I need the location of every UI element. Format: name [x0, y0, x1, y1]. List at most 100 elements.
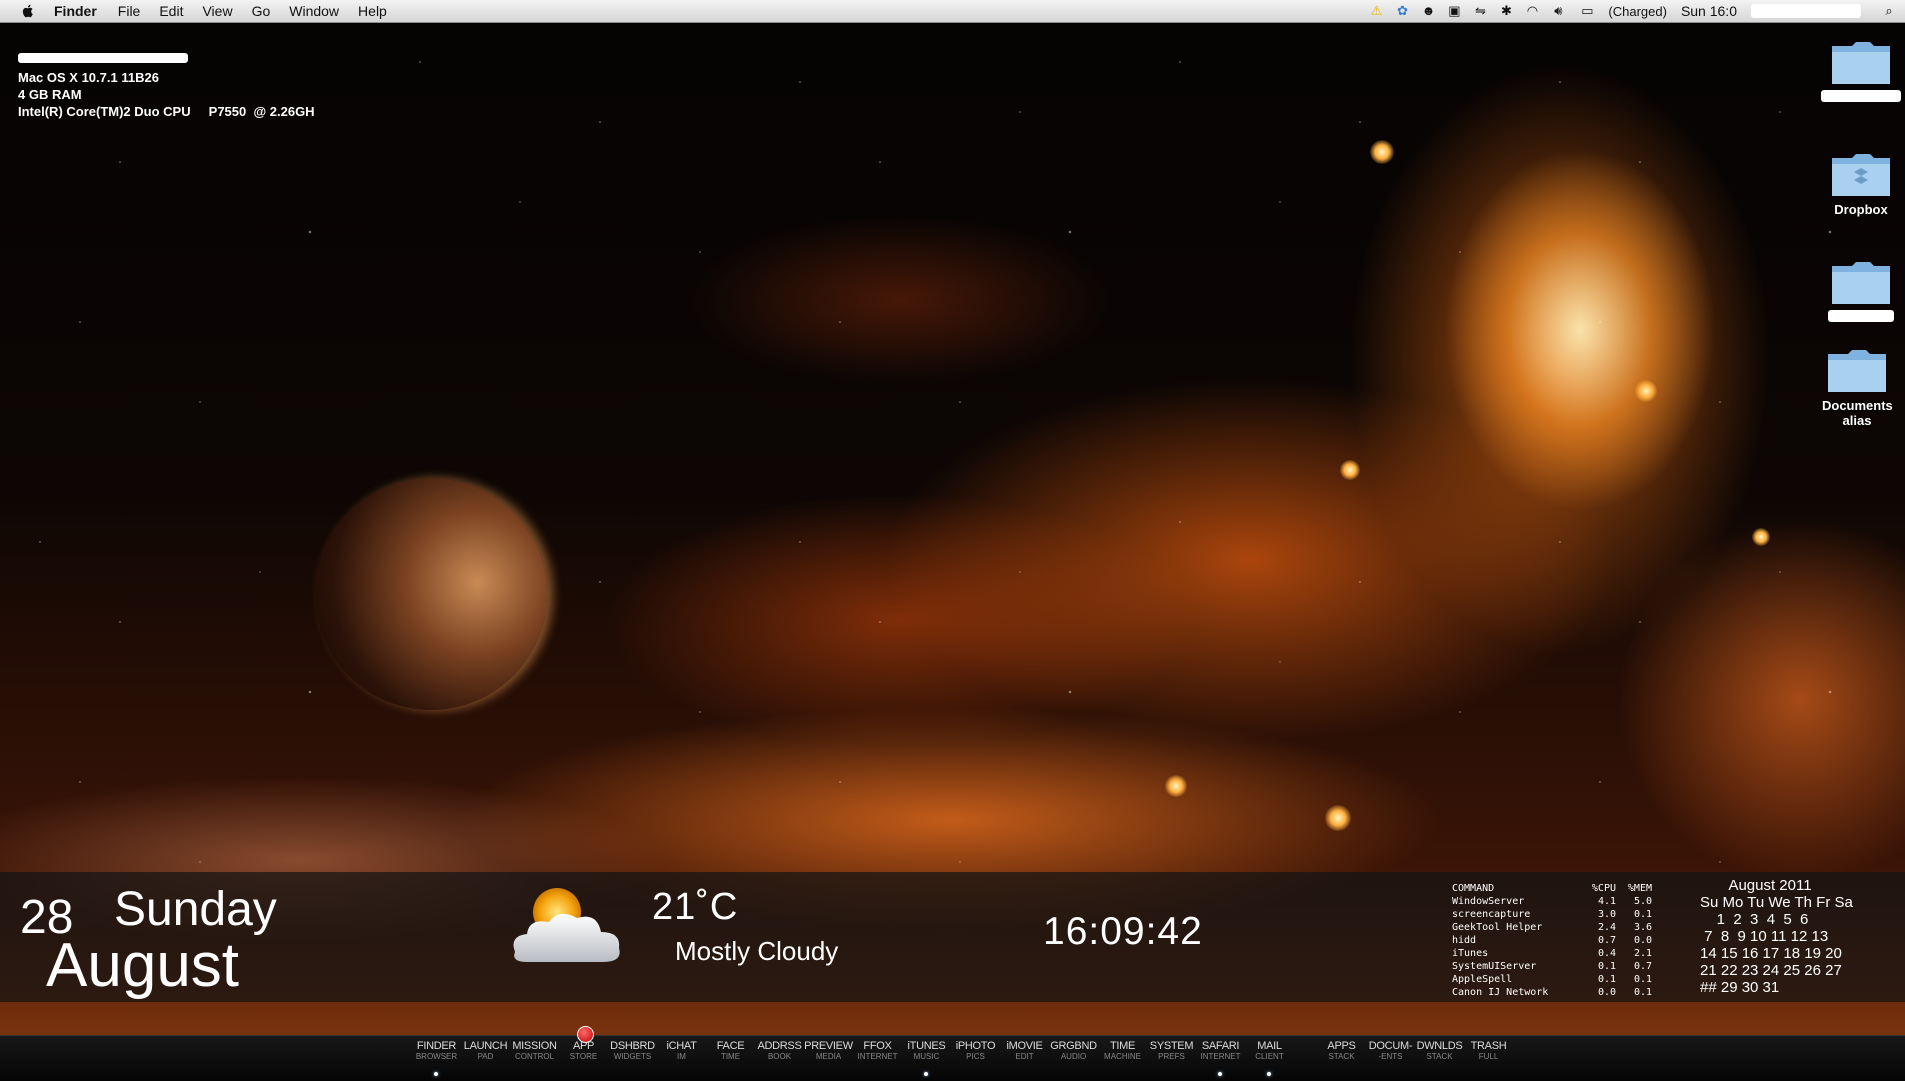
- date-month: August: [46, 931, 240, 1000]
- dock-item-label: FINDER: [416, 1040, 457, 1052]
- bluetooth-icon[interactable]: ✱: [1498, 3, 1514, 19]
- sync-icon[interactable]: ⇋: [1472, 3, 1488, 19]
- dock-item-facetime[interactable]: FACE TIME: [706, 1040, 755, 1078]
- dock-stack-downloads[interactable]: DWNLDS STACK: [1415, 1040, 1464, 1078]
- process-table: COMMAND %CPU %MEM WindowServer 4.1 5.0 s…: [1452, 882, 1652, 999]
- dock-item-sublabel: PREFS: [1158, 1052, 1185, 1061]
- dock-item-address-book[interactable]: ADDRSS BOOK: [755, 1040, 804, 1078]
- process-name: WindowServer: [1452, 896, 1525, 907]
- dock-item-label: SAFARI: [1201, 1040, 1240, 1052]
- dock-item-system-prefs[interactable]: SYSTEM PREFS: [1147, 1040, 1196, 1078]
- desktop-dropbox-folder[interactable]: Dropbox: [1806, 150, 1905, 217]
- table-row: SystemUIServer 0.1 0.7: [1452, 960, 1652, 973]
- desktop-icon-label: Documents alias: [1822, 398, 1893, 428]
- dock-items: FINDER BROWSER LAUNCH PAD MISSION CONTROL A…: [412, 1026, 1513, 1078]
- dock-item-trash[interactable]: TRASH FULL: [1464, 1040, 1513, 1078]
- dock-item-sublabel: BROWSER: [415, 1052, 458, 1061]
- dock-item-itunes[interactable]: iTUNES MUSIC: [902, 1040, 951, 1078]
- dock-item-finder[interactable]: FINDER BROWSER: [412, 1040, 461, 1078]
- desktop-folder-icon[interactable]: [1806, 38, 1905, 104]
- process-mem: 0.1: [1633, 987, 1652, 998]
- dock-item-label: APPS: [1327, 1040, 1356, 1052]
- app-status-icon[interactable]: ▣: [1446, 3, 1462, 19]
- process-mem: 0.0: [1633, 935, 1652, 946]
- dock-item-safari[interactable]: SAFARI INTERNET: [1196, 1040, 1245, 1078]
- dropbox-status-icon[interactable]: ✿: [1394, 3, 1410, 19]
- desktop-folder-icon[interactable]: [1806, 258, 1905, 324]
- date-weekday: Sunday: [114, 883, 277, 936]
- dock-item-imovie[interactable]: iMOVIE EDIT: [1000, 1040, 1049, 1078]
- calendar-title: August 2011: [1728, 877, 1812, 894]
- dock-item-time-machine[interactable]: TIME MACHINE: [1098, 1040, 1147, 1078]
- redacted-folder-name: [1821, 90, 1901, 102]
- folder-icon: [1832, 42, 1890, 84]
- dock-stack-apps[interactable]: APPS STACK: [1317, 1040, 1366, 1078]
- dock-item-label: iPHOTO: [955, 1040, 996, 1052]
- dock-item-garageband[interactable]: GRGBND AUDIO: [1049, 1040, 1098, 1078]
- dropbox-folder-icon: [1832, 154, 1890, 196]
- dock-item-iphoto[interactable]: iPHOTO PICS: [951, 1040, 1000, 1078]
- dock-item-label: FACE: [716, 1040, 745, 1052]
- star-glow: [1370, 140, 1394, 164]
- process-monitor: COMMAND %CPU %MEM WindowServer 4.1 5.0 s…: [1452, 882, 1652, 999]
- process-cpu: 0.4: [1597, 948, 1616, 959]
- warning-icon[interactable]: ⚠: [1368, 3, 1384, 19]
- dock-item-preview[interactable]: PREVIEW MEDIA: [804, 1040, 853, 1078]
- star-glow: [1325, 805, 1351, 831]
- menu-go[interactable]: Go: [252, 3, 271, 19]
- dock-item-sublabel: MUSIC: [913, 1052, 940, 1061]
- table-row: hidd 0.7 0.0: [1452, 934, 1652, 947]
- menu-help[interactable]: Help: [358, 3, 387, 19]
- dock-item-sublabel: PICS: [966, 1052, 985, 1061]
- desktop-documents-alias[interactable]: Documents alias: [1802, 346, 1905, 428]
- dock-stack-documents[interactable]: DOCUM- -ENTS: [1366, 1040, 1415, 1078]
- process-name: GeekTool Helper: [1452, 922, 1543, 933]
- dock-item-mail[interactable]: MAIL CLIENT: [1245, 1040, 1294, 1078]
- dock-item-label: DSHBRD: [610, 1040, 655, 1052]
- dock-item-label: iMOVIE: [1006, 1040, 1043, 1052]
- star-glow: [1165, 775, 1187, 797]
- menu-file[interactable]: File: [118, 3, 141, 19]
- dock-separator: [1294, 1040, 1317, 1078]
- dock-item-sublabel: INTERNET: [857, 1052, 898, 1061]
- wifi-icon[interactable]: ◠: [1524, 3, 1540, 19]
- running-indicator: [434, 1072, 438, 1076]
- volume-icon[interactable]: 🔊︎: [1550, 3, 1566, 19]
- dock-item-label: MISSION: [512, 1040, 557, 1052]
- dock-item-launchpad[interactable]: LAUNCH PAD: [461, 1040, 510, 1078]
- dock-item-app-store[interactable]: APP STORE: [559, 1026, 608, 1078]
- process-mem: 3.6: [1633, 922, 1652, 933]
- dock-item-sublabel: STACK: [1328, 1052, 1355, 1061]
- battery-icon[interactable]: ▭: [1576, 3, 1598, 19]
- menu-view[interactable]: View: [202, 3, 232, 19]
- dock-item-ichat[interactable]: iCHAT IM: [657, 1040, 706, 1078]
- dock: FINDER BROWSER LAUNCH PAD MISSION CONTROL A…: [0, 1026, 1905, 1081]
- dock-item-sublabel: MEDIA: [815, 1052, 842, 1061]
- menubar-clock[interactable]: Sun 16:0: [1681, 3, 1737, 19]
- table-row: AppleSpell 0.1 0.1: [1452, 973, 1652, 986]
- cpu-info: Intel(R) Core(TM)2 Duo CPU P7550 @ 2.26G…: [18, 104, 315, 119]
- dock-item-label: FFOX: [863, 1040, 892, 1052]
- dock-item-dashboard[interactable]: DSHBRD WIDGETS: [608, 1040, 657, 1078]
- star-glow: [1752, 528, 1770, 546]
- menu-edit[interactable]: Edit: [159, 3, 183, 19]
- apple-menu-icon[interactable]: [20, 3, 36, 19]
- ram-info: 4 GB RAM: [18, 87, 82, 102]
- running-indicator: [1267, 1072, 1271, 1076]
- weather-condition: Mostly Cloudy: [675, 936, 839, 966]
- process-name: iTunes: [1452, 948, 1489, 959]
- skype-icon[interactable]: ☻: [1420, 3, 1436, 19]
- dock-item-mission-control[interactable]: MISSION CONTROL: [510, 1040, 559, 1078]
- calendar-week: 14 15 16 17 18 19 20: [1700, 945, 1842, 962]
- battery-status-text[interactable]: (Charged): [1608, 4, 1667, 19]
- spotlight-search-icon[interactable]: ⌕: [1881, 3, 1897, 19]
- process-name: screencapture: [1452, 909, 1531, 920]
- dock-item-firefox[interactable]: FFOX INTERNET: [853, 1040, 902, 1078]
- process-cpu: 4.1: [1597, 896, 1616, 907]
- folder-icon: [1832, 262, 1890, 304]
- menu-window[interactable]: Window: [289, 3, 339, 19]
- process-name: Canon IJ Network: [1452, 987, 1549, 998]
- dock-item-sublabel: WIDGETS: [613, 1052, 652, 1061]
- menu-app-name[interactable]: Finder: [54, 3, 97, 19]
- process-mem: 5.0: [1633, 896, 1652, 907]
